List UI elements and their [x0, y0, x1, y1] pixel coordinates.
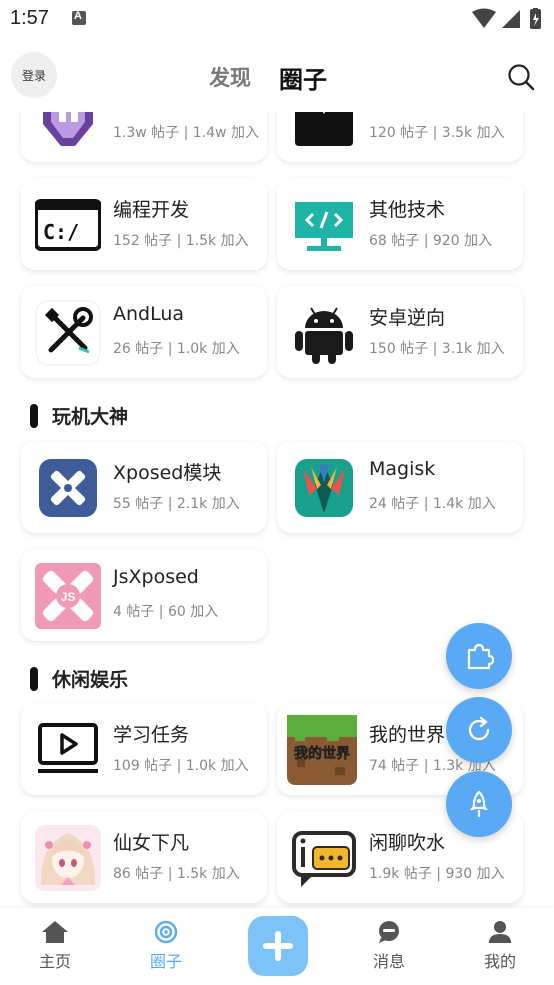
card-title: 仙女下凡 — [113, 832, 190, 854]
rocket-fab-button[interactable] — [446, 771, 512, 837]
card-stats: 4 帖子 | 60 加入 — [113, 604, 219, 620]
minecraft-badge-text: 我的世界 — [294, 745, 351, 762]
login-button[interactable]: 登录 — [11, 52, 57, 98]
card-title: AndLua — [113, 303, 185, 325]
section-title: 休闲娱乐 — [52, 669, 129, 691]
section-title: 玩机大神 — [52, 406, 129, 428]
card-stats: 68 帖子 | 920 加入 — [369, 233, 493, 249]
minecraft-icon: 我的世界 — [287, 715, 357, 785]
nav-home-label: 主页 — [38, 952, 71, 971]
xposed-icon — [39, 459, 97, 517]
card-stats: 1.3w 帖子 | 1.4w 加入 — [113, 125, 259, 141]
video-play-icon — [38, 723, 98, 773]
plugin-fab-button[interactable] — [446, 623, 512, 689]
status-time: 1:57 — [10, 7, 49, 29]
status-indicators-icon — [472, 8, 541, 29]
top-header: 登录 发现 圈子 — [0, 44, 554, 112]
circle-card[interactable]: 1.3w 帖子 | 1.4w 加入 — [21, 112, 267, 162]
circle-card[interactable]: 120 帖子 | 3.5k 加入 — [277, 112, 523, 162]
card-title: 其他技术 — [369, 199, 446, 221]
circle-card[interactable]: 安卓逆向 150 帖子 | 3.1k 加入 — [277, 286, 523, 378]
nav-mine-label: 我的 — [483, 952, 516, 971]
home-icon — [42, 921, 68, 943]
nav-home[interactable]: 主页 — [20, 920, 90, 980]
purple-app-icon — [43, 112, 93, 146]
plus-icon — [263, 931, 293, 961]
circle-card[interactable]: 仙女下凡 86 帖子 | 1.5k 加入 — [21, 811, 267, 903]
code-monitor-icon — [295, 202, 353, 251]
terminal-icon: C:/ — [35, 199, 101, 251]
card-stats: 152 帖子 | 1.5k 加入 — [113, 233, 249, 249]
card-title: Magisk — [369, 458, 436, 480]
notification-icon — [72, 10, 86, 25]
bottom-nav: 主页 圈子 消息 我的 — [0, 908, 554, 985]
card-stats: 150 帖子 | 3.1k 加入 — [369, 341, 505, 357]
anime-avatar-icon — [35, 825, 101, 891]
tab-discover[interactable]: 发现 — [209, 62, 251, 92]
magisk-icon — [295, 459, 353, 517]
nav-messages-label: 消息 — [372, 952, 405, 971]
circle-card[interactable]: AndLua 26 帖子 | 1.0k 加入 — [21, 286, 267, 378]
user-icon — [489, 921, 511, 943]
tools-icon — [35, 300, 101, 366]
card-stats: 26 帖子 | 1.0k 加入 — [113, 341, 240, 357]
circle-card[interactable]: Xposed模块 55 帖子 | 2.1k 加入 — [21, 441, 267, 533]
create-post-button[interactable] — [248, 916, 308, 976]
card-stats: 55 帖子 | 2.1k 加入 — [113, 496, 240, 512]
section-marker — [30, 404, 38, 428]
card-stats: 1.9k 帖子 | 930 加入 — [369, 866, 505, 882]
circle-card[interactable]: 学习任务 109 帖子 | 1.0k 加入 — [21, 703, 267, 795]
circle-card[interactable]: JS JsXposed 4 帖子 | 60 加入 — [21, 549, 267, 641]
app-root: 1:57 登录 发现 圈子 1.3w 帖 — [0, 0, 554, 985]
message-icon — [379, 921, 399, 943]
rocket-icon — [470, 790, 488, 818]
jsxposed-icon: JS — [35, 563, 101, 629]
card-stats: 109 帖子 | 1.0k 加入 — [113, 758, 249, 774]
circle-target-icon — [154, 920, 178, 944]
section-marker — [30, 667, 38, 691]
card-stats: 120 帖子 | 3.5k 加入 — [369, 125, 505, 141]
puzzle-icon — [467, 643, 494, 670]
card-title: Xposed模块 — [113, 462, 222, 484]
search-icon[interactable] — [506, 62, 536, 92]
nav-messages[interactable]: 消息 — [354, 920, 424, 980]
card-title: 编程开发 — [113, 199, 190, 221]
tab-circle[interactable]: 圈子 — [279, 60, 327, 95]
card-title: 安卓逆向 — [369, 307, 446, 329]
card-title: 闲聊吹水 — [369, 832, 446, 854]
dark-tshirt-icon — [295, 112, 353, 146]
chat-bubble-icon — [292, 831, 356, 887]
nav-circle-label: 圈子 — [149, 952, 182, 971]
refresh-fab-button[interactable] — [446, 697, 512, 763]
jsxposed-badge-text: JS — [61, 590, 76, 604]
refresh-icon — [468, 716, 490, 741]
nav-circle[interactable]: 圈子 — [131, 920, 201, 980]
status-bar: 1:57 — [0, 0, 554, 40]
card-stats: 86 帖子 | 1.5k 加入 — [113, 866, 240, 882]
card-stats: 24 帖子 | 1.4k 加入 — [369, 496, 496, 512]
circle-card[interactable]: 其他技术 68 帖子 | 920 加入 — [277, 178, 523, 270]
android-icon — [295, 307, 353, 364]
card-title: 我的世界 — [369, 724, 446, 746]
svg-text:C:/: C:/ — [43, 220, 79, 244]
card-title: 学习任务 — [113, 724, 190, 746]
card-title: JsXposed — [113, 566, 199, 588]
circle-card[interactable]: Magisk 24 帖子 | 1.4k 加入 — [277, 441, 523, 533]
circle-card[interactable]: C:/ 编程开发 152 帖子 | 1.5k 加入 — [21, 178, 267, 270]
nav-mine[interactable]: 我的 — [465, 920, 535, 980]
